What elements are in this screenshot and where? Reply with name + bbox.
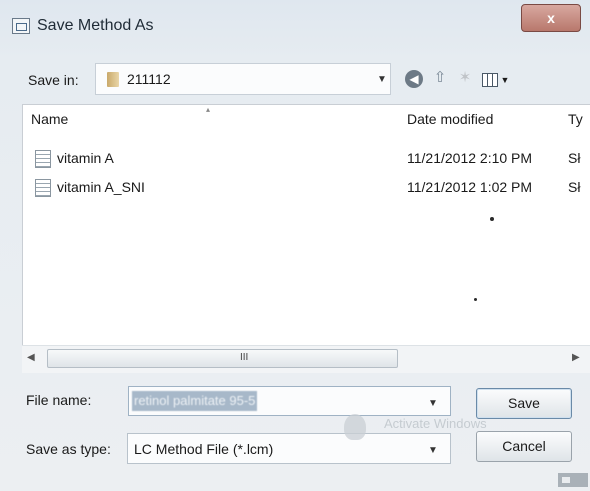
watermark-logo-icon xyxy=(344,414,366,440)
cancel-button[interactable]: Cancel xyxy=(476,431,572,462)
file-name-cell: vitamin A xyxy=(57,150,114,166)
column-header-type[interactable]: Ty xyxy=(568,111,583,127)
resize-grip[interactable] xyxy=(558,473,588,487)
save-method-dialog: Save Method As x Save in: 211112 ▼ ◀ ⇧ ✶… xyxy=(0,0,590,491)
list-item[interactable]: vitamin A_SNI 11/21/2012 1:02 PM Sł xyxy=(23,176,589,200)
date-modified-cell: 11/21/2012 1:02 PM xyxy=(407,179,533,195)
save-in-value: 211112 xyxy=(127,71,171,87)
save-as-type-label: Save as type: xyxy=(26,441,111,457)
horizontal-scrollbar[interactable]: ◀ III ▶ xyxy=(22,345,590,373)
screen-speck xyxy=(490,217,494,221)
up-folder-icon[interactable]: ⇧ xyxy=(430,68,450,88)
list-item[interactable]: vitamin A 11/21/2012 2:10 PM Sł xyxy=(23,147,589,171)
screen-speck xyxy=(474,298,477,301)
title-bar: Save Method As x xyxy=(0,0,590,46)
scrollbar-thumb[interactable]: III xyxy=(47,349,398,368)
scroll-right-arrow-icon[interactable]: ▶ xyxy=(572,352,580,363)
save-in-label: Save in: xyxy=(28,72,79,88)
save-in-dropdown[interactable]: 211112 xyxy=(95,63,391,95)
folder-icon xyxy=(107,72,119,87)
type-cell: Sł xyxy=(568,150,581,166)
watermark-text: Activate Windows xyxy=(384,416,487,431)
type-cell: Sł xyxy=(568,179,581,195)
date-modified-cell: 11/21/2012 2:10 PM xyxy=(407,150,533,166)
sort-indicator-icon: ▴ xyxy=(206,105,211,114)
chevron-down-icon[interactable]: ▼ xyxy=(500,70,510,90)
back-icon[interactable]: ◀ xyxy=(405,70,423,88)
view-menu-icon[interactable] xyxy=(482,73,498,87)
chevron-down-icon[interactable]: ▼ xyxy=(377,74,387,85)
column-header-date-modified[interactable]: Date modified xyxy=(407,111,493,127)
save-button[interactable]: Save xyxy=(476,388,572,419)
dialog-title: Save Method As xyxy=(37,17,154,34)
new-folder-icon[interactable]: ✶ xyxy=(455,68,475,88)
file-name-cell: vitamin A_SNI xyxy=(57,179,145,195)
file-icon xyxy=(35,179,51,197)
file-name-selected-text: retinol palmitate 95-5 xyxy=(132,391,258,411)
chevron-down-icon[interactable]: ▼ xyxy=(428,398,438,409)
file-icon xyxy=(35,150,51,168)
file-list[interactable]: ▴ Name Date modified Ty vitamin A 11/21/… xyxy=(22,104,590,372)
column-header-name[interactable]: Name xyxy=(31,111,68,127)
close-button[interactable]: x xyxy=(521,4,581,32)
scrollbar-grip: III xyxy=(240,352,249,363)
file-name-label: File name: xyxy=(26,392,92,408)
save-as-type-value: LC Method File (*.lcm) xyxy=(134,441,274,457)
scroll-left-arrow-icon[interactable]: ◀ xyxy=(27,352,35,363)
app-window-icon xyxy=(12,18,30,34)
